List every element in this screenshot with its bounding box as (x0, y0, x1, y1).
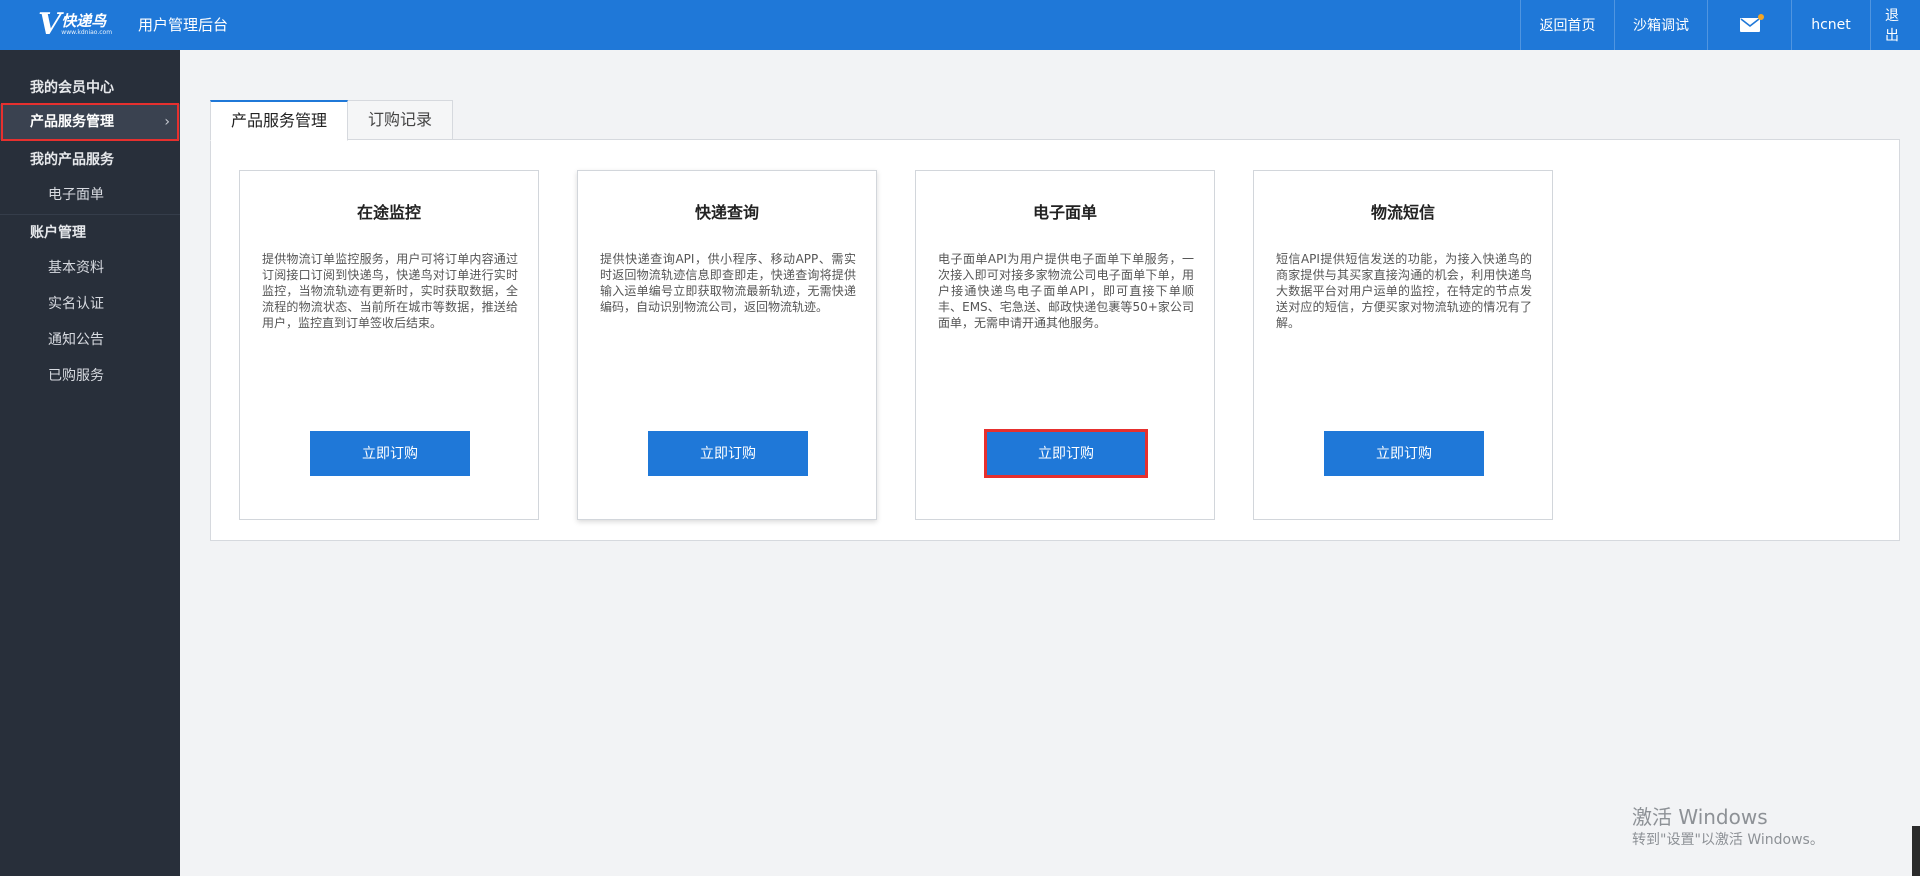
nav-logout-link[interactable]: 退出 (1870, 0, 1920, 50)
tab-order-records[interactable]: 订购记录 (347, 100, 454, 140)
watermark-title: 激活 Windows (1632, 805, 1768, 829)
windows-activation-watermark: 激活 Windows 转到"设置"以激活 Windows。 (1632, 804, 1824, 850)
logo-url: www.kdniao.com (61, 29, 113, 36)
sidebar: 我的会员中心 产品服务管理 › 我的产品服务 电子面单 账户管理 基本资料 实名… (0, 50, 180, 876)
card-title: 在途监控 (356, 203, 421, 222)
card-description: 短信API提供短信发送的功能，为接入快递鸟的商家提供与其买家直接沟通的机会，利用… (1276, 252, 1532, 330)
sidebar-item-product-service-mgmt[interactable]: 产品服务管理 › (0, 104, 180, 140)
product-card-e-waybill: 电子面单 电子面单API为用户提供电子面单下单服务，一次接入即可对接多家物流公司… (915, 170, 1215, 520)
product-card-express-query: 快递查询 提供快递查询API，供小程序、移动APP、需实时返回物流轨迹信息即查即… (577, 170, 877, 520)
card-description: 提供快递查询API，供小程序、移动APP、需实时返回物流轨迹信息即查即走，快递查… (600, 252, 856, 314)
subscribe-button[interactable]: 立即订购 (648, 431, 808, 476)
main-content: 产品服务管理 订购记录 在途监控 提供物流订单监控服务，用户可将订单内容通过订阅… (180, 50, 1920, 876)
tab-bar: 产品服务管理 订购记录 (210, 100, 454, 141)
card-title: 快递查询 (694, 203, 759, 222)
logo-name: 快递鸟 (61, 12, 107, 30)
sidebar-item-e-waybill[interactable]: 电子面单 (0, 177, 180, 213)
sidebar-item-real-name[interactable]: 实名认证 (0, 286, 180, 322)
notification-dot (1757, 14, 1764, 20)
subscribe-button[interactable]: 立即订购 (1324, 431, 1484, 476)
sidebar-item-member-center[interactable]: 我的会员中心 (0, 70, 180, 106)
top-nav: 返回首页 沙箱调试 hcnet 退出 (1520, 0, 1920, 50)
scrollbar-edge (1912, 826, 1920, 876)
sidebar-section-my-products: 我的产品服务 (30, 152, 114, 168)
mail-icon (1739, 14, 1764, 32)
sidebar-item-notices[interactable]: 通知公告 (0, 322, 180, 358)
sidebar-item-label: 产品服务管理 (30, 114, 114, 130)
card-title: 电子面单 (1032, 203, 1097, 222)
product-card-logistics-sms: 物流短信 短信API提供短信发送的功能，为接入快递鸟的商家提供与其买家直接沟通的… (1253, 170, 1553, 520)
product-card-transit-monitor: 在途监控 提供物流订单监控服务，用户可将订单内容通过订阅接口订阅到快递鸟，快递鸟… (239, 170, 539, 520)
nav-username[interactable]: hcnet (1791, 0, 1870, 50)
nav-sandbox-link[interactable]: 沙箱调试 (1614, 0, 1707, 50)
logo-mark: V (38, 7, 61, 42)
sidebar-item-purchased[interactable]: 已购服务 (0, 358, 180, 394)
card-description: 提供物流订单监控服务，用户可将订单内容通过订阅接口订阅到快递鸟，快递鸟对订单进行… (262, 252, 518, 330)
products-panel: 在途监控 提供物流订单监控服务，用户可将订单内容通过订阅接口订阅到快递鸟，快递鸟… (210, 139, 1900, 541)
subscribe-button[interactable]: 立即订购 (310, 431, 470, 476)
sidebar-item-basic-info[interactable]: 基本资料 (0, 250, 180, 286)
subscribe-button[interactable]: 立即订购 (984, 429, 1148, 478)
watermark-subtitle: 转到"设置"以激活 Windows。 (1632, 832, 1824, 848)
tab-product-service-mgmt[interactable]: 产品服务管理 (210, 100, 349, 141)
nav-home-link[interactable]: 返回首页 (1520, 0, 1614, 50)
chevron-right-icon: › (164, 114, 170, 130)
nav-messages-button[interactable] (1707, 0, 1791, 50)
app-title: 用户管理后台 (138, 16, 229, 34)
card-title: 物流短信 (1370, 203, 1435, 222)
brand-logo[interactable]: V 快递鸟 www.kdniao.com (38, 10, 112, 40)
card-description: 电子面单API为用户提供电子面单下单服务，一次接入即可对接多家物流公司电子面单下… (938, 252, 1194, 330)
top-bar: V 快递鸟 www.kdniao.com 用户管理后台 返回首页 沙箱调试 hc… (0, 0, 1920, 50)
sidebar-section-account: 账户管理 (30, 225, 86, 241)
